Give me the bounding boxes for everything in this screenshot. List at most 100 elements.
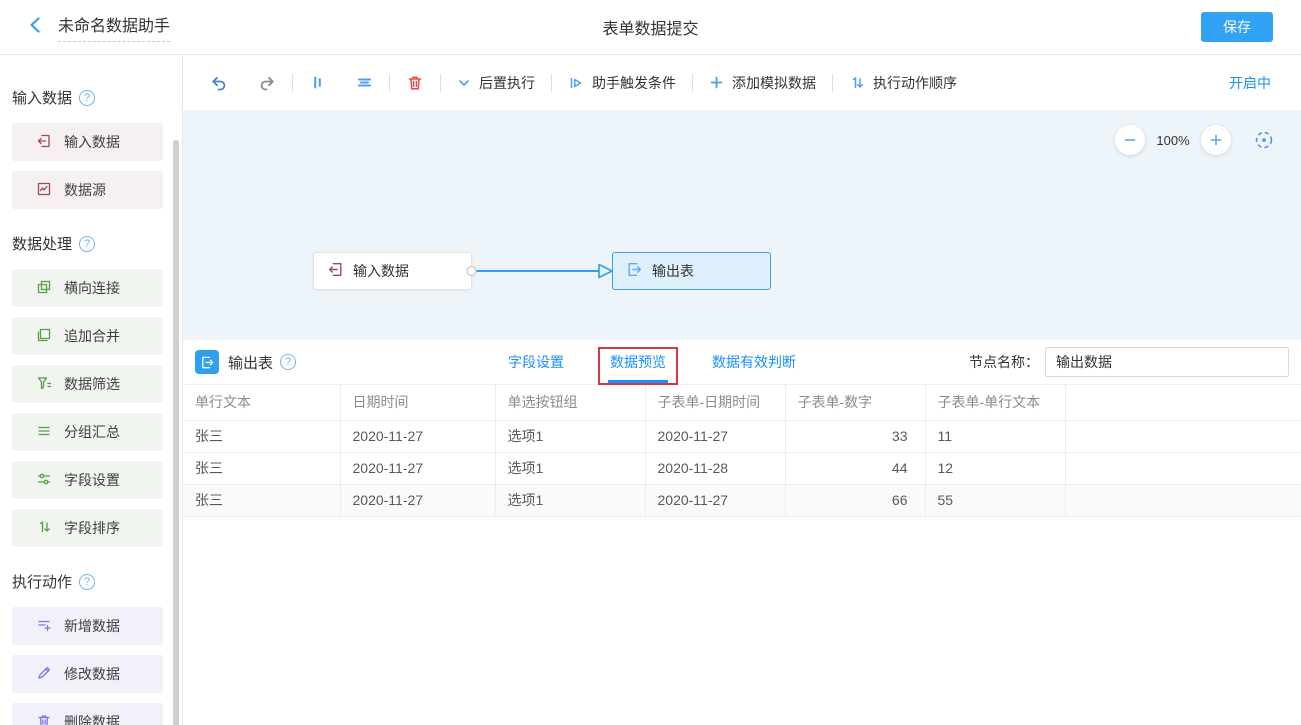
document-title[interactable]: 未命名数据助手 xyxy=(58,12,170,42)
data-source-icon xyxy=(36,181,52,200)
save-button[interactable]: 保存 xyxy=(1201,12,1273,42)
sidebar: 输入数据 ? 输入数据 数据源 数据处理 xyxy=(0,55,183,725)
connector-arrow xyxy=(465,260,617,282)
sidebar-item-label: 数据源 xyxy=(64,180,106,200)
sidebar-item-label: 修改数据 xyxy=(64,664,120,684)
tab-data-validation[interactable]: 数据有效判断 xyxy=(712,340,796,384)
post-execute-button[interactable]: 后置执行 xyxy=(457,73,535,93)
header: 未命名数据助手 表单数据提交 保存 xyxy=(0,0,1301,55)
sidebar-item-modify-data[interactable]: 修改数据 xyxy=(12,655,163,693)
sidebar-scrollbar[interactable] xyxy=(173,140,179,725)
edit-icon xyxy=(36,665,52,684)
tab-data-preview[interactable]: 数据预览 xyxy=(610,340,666,384)
sidebar-item-field-settings[interactable]: 字段设置 xyxy=(12,461,163,499)
zoom-in-button[interactable] xyxy=(1201,125,1231,155)
back-chevron-icon xyxy=(28,16,42,39)
column-header: 单选按钮组 xyxy=(495,385,645,420)
node-name-field: 节点名称： xyxy=(969,347,1289,377)
tab-label: 数据预览 xyxy=(610,352,666,372)
table-header-row: 单行文本 日期时间 单选按钮组 子表单-日期时间 子表单-数字 子表单-单行文本 xyxy=(183,385,1301,420)
field-settings-icon xyxy=(36,471,52,490)
output-table-badge-icon xyxy=(195,350,219,374)
output-panel-header: 输出表 ? 字段设置 数据预览 数据有效判断 节点名称： xyxy=(183,340,1301,385)
table-cell: 2020-11-28 xyxy=(645,452,785,484)
back-button[interactable] xyxy=(28,16,42,39)
table-row: 张三 2020-11-27 选项1 2020-11-27 33 11 xyxy=(183,420,1301,452)
sidebar-item-data-filter[interactable]: 数据筛选 xyxy=(12,365,163,403)
sidebar-item-add-data[interactable]: 新增数据 xyxy=(12,607,163,645)
column-header xyxy=(1065,385,1301,420)
action-order-label: 执行动作顺序 xyxy=(873,73,957,93)
help-icon[interactable]: ? xyxy=(79,90,95,106)
table-cell: 选项1 xyxy=(495,452,645,484)
table-cell: 选项1 xyxy=(495,420,645,452)
align-vertical-button[interactable] xyxy=(309,74,326,91)
help-icon[interactable]: ? xyxy=(79,236,95,252)
node-input-data[interactable]: 输入数据 xyxy=(313,252,472,290)
panel-tabs: 字段设置 数据预览 数据有效判断 xyxy=(508,340,796,384)
node-name-input[interactable] xyxy=(1045,347,1289,377)
play-trigger-icon xyxy=(568,75,584,91)
table-cell: 33 xyxy=(785,420,925,452)
flow-canvas[interactable]: 100% 输入数据 xyxy=(183,110,1301,340)
sidebar-item-label: 横向连接 xyxy=(64,278,120,298)
sidebar-item-append-merge[interactable]: 追加合并 xyxy=(12,317,163,355)
node-label: 输出表 xyxy=(652,261,694,281)
app-window: 未命名数据助手 表单数据提交 保存 输入数据 ? 输入数据 xyxy=(0,0,1301,725)
undo-button[interactable] xyxy=(210,74,228,92)
help-icon[interactable]: ? xyxy=(79,574,95,590)
trigger-condition-button[interactable]: 助手触发条件 xyxy=(568,73,676,93)
sidebar-item-label: 字段设置 xyxy=(64,470,120,490)
section-title: 输入数据 xyxy=(12,87,72,108)
table-cell: 2020-11-27 xyxy=(645,420,785,452)
sidebar-section-process: 数据处理 ? 横向连接 追加合并 xyxy=(0,233,182,547)
node-label: 输入数据 xyxy=(353,261,409,281)
append-merge-icon xyxy=(36,327,52,346)
table-cell: 张三 xyxy=(183,484,340,516)
output-table-icon xyxy=(626,261,643,281)
page-title: 表单数据提交 xyxy=(0,15,1301,39)
input-data-icon xyxy=(327,261,344,281)
locate-center-icon[interactable] xyxy=(1253,129,1275,151)
help-icon[interactable]: ? xyxy=(280,354,296,370)
redo-button[interactable] xyxy=(258,74,276,92)
sidebar-item-input-data[interactable]: 输入数据 xyxy=(12,123,163,161)
table-cell: 选项1 xyxy=(495,484,645,516)
assistant-status-toggle[interactable]: 开启中 xyxy=(1229,73,1271,93)
add-mock-data-label: 添加模拟数据 xyxy=(732,73,816,93)
table-cell: 44 xyxy=(785,452,925,484)
action-order-button[interactable]: 执行动作顺序 xyxy=(849,73,957,93)
node-output-table[interactable]: 输出表 xyxy=(612,252,771,290)
sidebar-section-input: 输入数据 ? 输入数据 数据源 xyxy=(0,87,182,209)
add-mock-data-button[interactable]: 添加模拟数据 xyxy=(709,73,816,93)
sidebar-item-delete-data[interactable]: 删除数据 xyxy=(12,703,163,725)
sort-order-icon xyxy=(849,75,865,91)
table-cell: 张三 xyxy=(183,420,340,452)
table-cell: 55 xyxy=(925,484,1065,516)
zoom-widget: 100% xyxy=(1115,125,1275,155)
sidebar-item-label: 新增数据 xyxy=(64,616,120,636)
table-row: 张三 2020-11-27 选项1 2020-11-28 44 12 xyxy=(183,452,1301,484)
add-data-icon xyxy=(36,617,52,636)
column-header: 单行文本 xyxy=(183,385,340,420)
table-cell: 张三 xyxy=(183,452,340,484)
align-horizontal-button[interactable] xyxy=(356,74,373,91)
table-cell: 2020-11-27 xyxy=(340,452,495,484)
sidebar-item-field-sort[interactable]: 字段排序 xyxy=(12,509,163,547)
tab-field-settings[interactable]: 字段设置 xyxy=(508,340,564,384)
table-cell: 66 xyxy=(785,484,925,516)
plus-icon xyxy=(709,75,724,90)
sidebar-item-data-source[interactable]: 数据源 xyxy=(12,171,163,209)
zoom-out-button[interactable] xyxy=(1115,125,1145,155)
sidebar-item-horizontal-join[interactable]: 横向连接 xyxy=(12,269,163,307)
sidebar-item-group-summary[interactable]: 分组汇总 xyxy=(12,413,163,451)
delete-node-button[interactable] xyxy=(406,74,424,92)
sidebar-item-label: 字段排序 xyxy=(64,518,120,538)
column-header: 子表单-单行文本 xyxy=(925,385,1065,420)
table-cell: 11 xyxy=(925,420,1065,452)
post-execute-label: 后置执行 xyxy=(479,73,535,93)
node-name-label: 节点名称： xyxy=(969,352,1039,372)
input-data-icon xyxy=(36,133,52,152)
section-title: 数据处理 xyxy=(12,233,72,254)
field-sort-icon xyxy=(36,519,52,538)
